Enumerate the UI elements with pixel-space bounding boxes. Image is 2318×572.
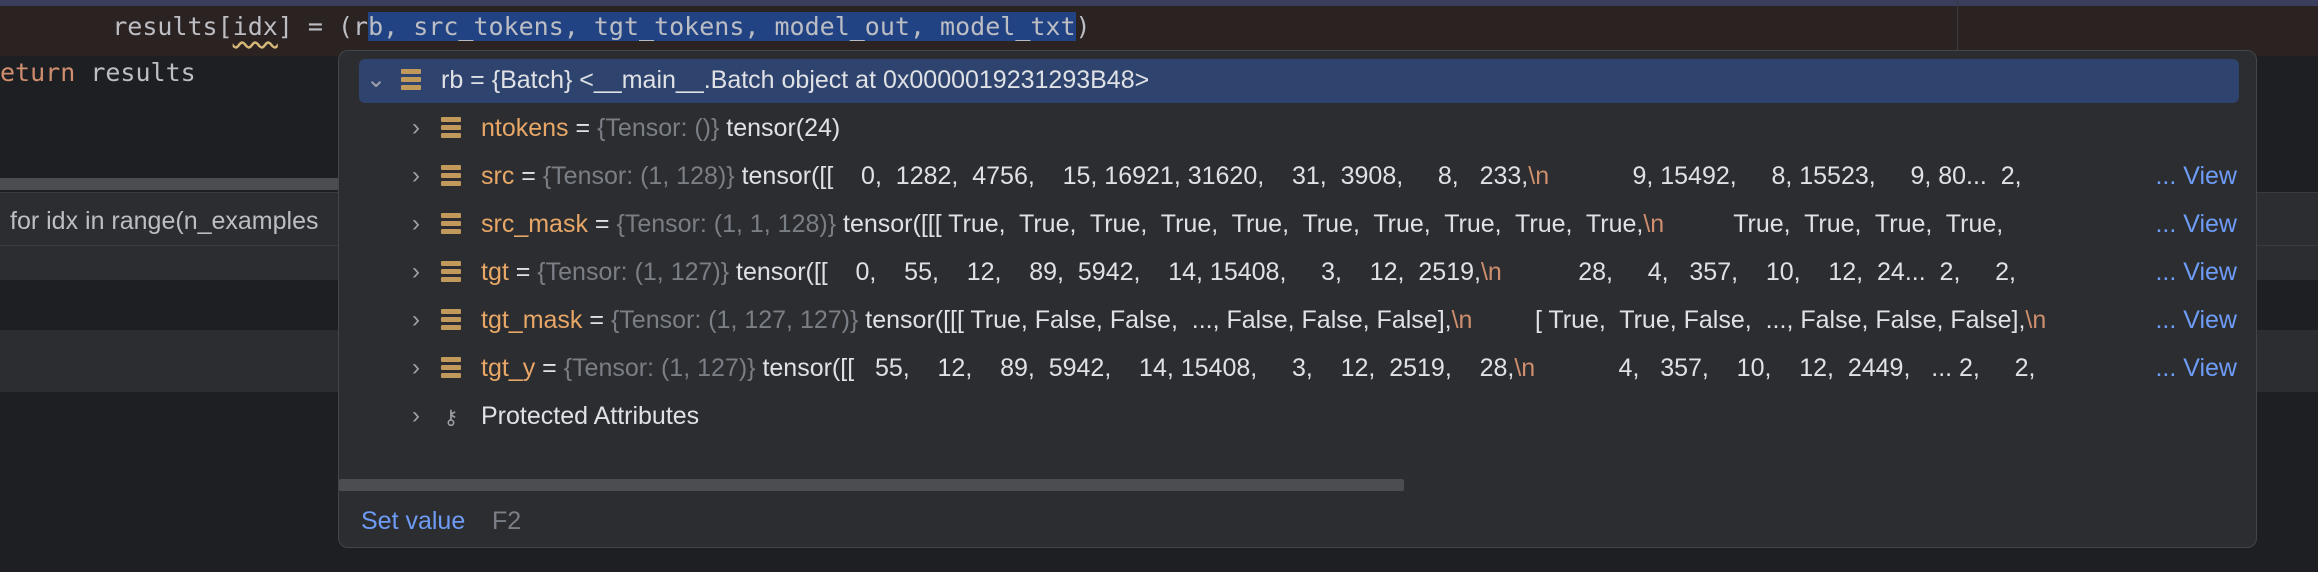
variable-value: {Batch} <__main__.Batch object at 0x0000… (491, 66, 1150, 94)
variable-name: rb (441, 66, 464, 94)
tree-row-tgt-mask[interactable]: › tgt_mask = {Tensor: (1, 127, 127)} ten… (359, 299, 2239, 343)
type-hint: {Tensor: (1, 1, 128)} (616, 210, 837, 238)
selected-expression: b, src_tokens, tgt_tokens, model_out, mo… (368, 12, 1076, 41)
variable-name: tgt_mask (481, 306, 583, 334)
variable-value-cont: 9, 15492, 8, 15523, 9, 80... 2, (1549, 162, 2022, 190)
code-line-results-assign[interactable]: results[idx] = (rb, src_tokens, tgt_toke… (52, 12, 1091, 41)
type-hint: {Tensor: (1, 127)} (537, 258, 730, 286)
newline-escape: \n (2025, 306, 2047, 334)
tree-row-src-mask[interactable]: › src_mask = {Tensor: (1, 1, 128)} tenso… (359, 203, 2239, 247)
view-link[interactable]: ... View (2151, 162, 2237, 191)
variable-value-cont: [ True, True, False, ..., False, False, … (1472, 306, 2026, 334)
chevron-right-icon[interactable]: › (403, 401, 429, 431)
field-icon (441, 357, 461, 379)
tree-row-tgt[interactable]: › tgt = {Tensor: (1, 127)} tensor([[ 0, … (359, 251, 2239, 295)
type-hint: {Tensor: (1, 127, 127)} (610, 306, 859, 334)
code-line-return[interactable]: eturn results (0, 58, 196, 87)
chevron-right-icon[interactable]: › (403, 161, 429, 191)
field-icon (441, 213, 461, 235)
chevron-down-icon[interactable]: ⌄ (363, 65, 389, 95)
chevron-right-icon[interactable]: › (403, 353, 429, 383)
variable-value: tensor(24) (726, 114, 841, 142)
tree-row-src[interactable]: › src = {Tensor: (1, 128)} tensor([[ 0, … (359, 155, 2239, 199)
set-value-shortcut: F2 (492, 507, 522, 535)
variable-name: src (481, 162, 515, 190)
newline-escape: \n (1643, 210, 1665, 238)
variable-name: tgt (481, 258, 509, 286)
variable-name: ntokens (481, 114, 569, 142)
field-icon (441, 165, 461, 187)
newline-escape: \n (1451, 306, 1473, 334)
variable-name: tgt_y (481, 354, 536, 382)
tree-row-ntokens[interactable]: › ntokens = {Tensor: ()} tensor(24) (359, 107, 2239, 151)
variable-name: src_mask (481, 210, 588, 238)
code-token: results[ (112, 12, 233, 41)
debug-value-popup[interactable]: ⌄ rb = {Batch} <__main__.Batch object at… (338, 50, 2257, 548)
chevron-right-icon[interactable]: › (403, 305, 429, 335)
view-link[interactable]: ... View (2151, 306, 2237, 335)
folded-code-text: for idx in range(n_examples (10, 207, 319, 235)
code-token: ] = (r (277, 12, 369, 41)
field-icon (441, 261, 461, 283)
popup-horizontal-scrollbar[interactable] (339, 479, 1404, 491)
view-link[interactable]: ... View (2151, 210, 2237, 239)
chevron-right-icon[interactable]: › (403, 113, 429, 143)
variable-value: tensor([[ 0, 55, 12, 89, 5942, 14, 15408… (736, 258, 1481, 286)
view-link[interactable]: ... View (2151, 258, 2237, 287)
type-hint: {Tensor: ()} (597, 114, 720, 142)
editor-horizontal-scrollbar[interactable] (0, 178, 340, 190)
keyword-return: eturn (0, 58, 76, 87)
chevron-right-icon[interactable]: › (403, 257, 429, 287)
chevron-right-icon[interactable]: › (403, 209, 429, 239)
variable-value: tensor([[ 0, 1282, 4756, 15, 16921, 3162… (741, 162, 1529, 190)
variable-value-cont: 28, 4, 357, 10, 12, 24... 2, 2, (1501, 258, 2016, 286)
view-link[interactable]: ... View (2151, 354, 2237, 383)
newline-escape: \n (1528, 162, 1550, 190)
code-token-idx: idx (232, 12, 278, 41)
variable-value: tensor([[ 55, 12, 89, 5942, 14, 15408, 3… (762, 354, 1515, 382)
code-token: results (75, 58, 196, 87)
variable-value-cont: True, True, True, True, (1664, 210, 2004, 238)
group-label: Protected Attributes (481, 402, 700, 430)
tree-row-tgt-y[interactable]: › tgt_y = {Tensor: (1, 127)} tensor([[ 5… (359, 347, 2239, 391)
variable-value: tensor([[[ True, False, False, ..., Fals… (865, 306, 1452, 334)
variable-value: tensor([[[ True, True, True, True, True,… (843, 210, 1644, 238)
set-value-link[interactable]: Set value (361, 507, 465, 536)
key-icon: ⚷ (443, 407, 459, 429)
field-icon (441, 309, 461, 331)
code-token: ) (1075, 12, 1091, 41)
tree-row-protected-attributes[interactable]: › ⚷ Protected Attributes (359, 395, 2239, 439)
type-hint: {Tensor: (1, 128)} (542, 162, 735, 190)
type-hint: {Tensor: (1, 127)} (563, 354, 756, 382)
field-icon (441, 117, 461, 139)
field-icon (401, 69, 421, 91)
newline-escape: \n (1514, 354, 1536, 382)
variable-value-cont: 4, 357, 10, 12, 2449, ... 2, 2, (1535, 354, 2036, 382)
tree-row-rb[interactable]: ⌄ rb = {Batch} <__main__.Batch object at… (359, 59, 2239, 103)
newline-escape: \n (1480, 258, 1502, 286)
